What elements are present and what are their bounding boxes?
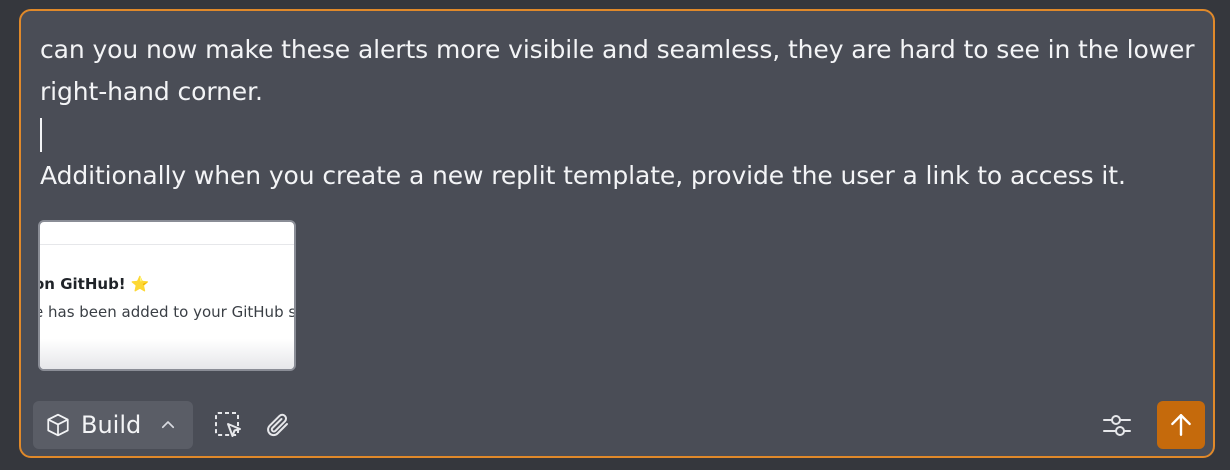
snapshot-shadow — [40, 339, 294, 369]
toolbar-left: Build — [33, 401, 293, 449]
chat-composer[interactable]: can you now make these alerts more visib… — [19, 9, 1215, 458]
text-caret — [40, 118, 42, 152]
select-region-icon[interactable] — [213, 410, 243, 440]
send-button[interactable] — [1157, 401, 1205, 449]
message-line: Additionally when you create a new repli… — [40, 161, 1126, 190]
star-icon: ⭐ — [130, 275, 150, 293]
sliders-icon[interactable] — [1101, 409, 1133, 441]
mode-selector-button[interactable]: Build — [33, 401, 193, 449]
chevron-up-icon — [161, 421, 175, 429]
snapshot-divider — [40, 244, 294, 245]
toolbar-right — [1101, 401, 1205, 449]
snapshot-title: on GitHub! ⭐ — [38, 275, 150, 293]
snapshot-body: e has been added to your GitHub s — [38, 303, 296, 321]
paperclip-icon[interactable] — [263, 410, 293, 440]
image-attachment-thumbnail[interactable]: on GitHub! ⭐ e has been added to your Gi… — [38, 220, 296, 371]
mode-label: Build — [81, 411, 142, 439]
empty-line — [40, 113, 1200, 155]
message-line: can you now make these alerts more visib… — [40, 35, 1195, 64]
message-input[interactable]: can you now make these alerts more visib… — [40, 29, 1200, 197]
cube-icon — [47, 413, 69, 437]
arrow-up-icon — [1171, 414, 1191, 436]
message-line: right-hand corner. — [40, 77, 263, 106]
